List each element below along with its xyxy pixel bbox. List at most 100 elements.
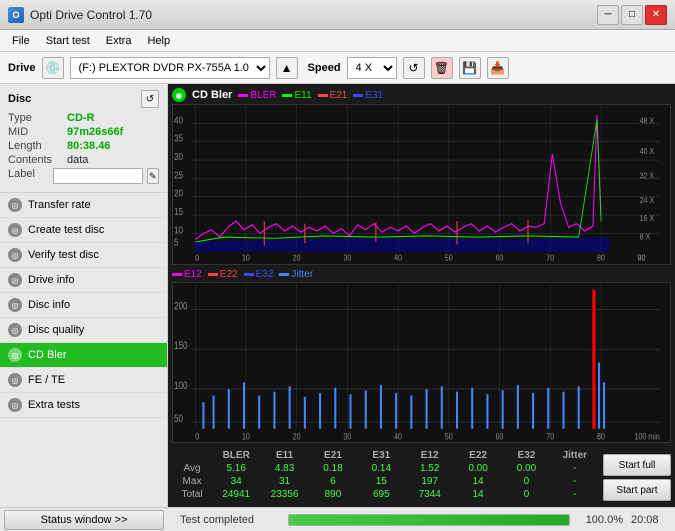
svg-text:16 X: 16 X	[640, 214, 655, 224]
menu-file[interactable]: File	[4, 33, 38, 49]
nav-icon-drive: ◎	[8, 273, 22, 287]
disc-contents-row: Contents data	[8, 154, 159, 166]
maximize-button[interactable]: □	[621, 5, 643, 25]
main-layout: Disc ↺ Type CD-R MID 97m26s66f Length 80…	[0, 84, 675, 507]
stats-area: BLER E11 E21 E31 E12 E22 E32 Jitter Avg …	[172, 447, 671, 503]
burn-button[interactable]: 💾	[459, 57, 481, 79]
svg-text:20: 20	[293, 431, 301, 441]
svg-text:15: 15	[174, 206, 183, 217]
nav-disc-info[interactable]: ◎ Disc info	[0, 293, 167, 318]
stats-total-e11: 23356	[260, 488, 308, 501]
svg-text:100 min: 100 min	[635, 431, 661, 441]
nav-label-verify: Verify test disc	[28, 249, 99, 261]
stats-avg-e11: 4.83	[260, 462, 308, 475]
stats-col-e12: E12	[406, 449, 454, 462]
menu-help[interactable]: Help	[139, 33, 178, 49]
chart2-svg: 200 150 100 50 0 10 20 30 40 50 60 70 80…	[173, 283, 670, 442]
menu-extra[interactable]: Extra	[98, 33, 140, 49]
nav-icon-fe-te: ◎	[8, 373, 22, 387]
status-nav: Status window >>	[4, 510, 172, 530]
legend-e21-label: E21	[330, 90, 348, 101]
stats-total-row: Total 24941 23356 890 695 7344 14 0 -	[172, 488, 599, 501]
svg-text:20: 20	[293, 253, 301, 263]
stats-total-e31: 695	[357, 488, 405, 501]
disc-label-input[interactable]: 251 iHAS B Au	[53, 168, 143, 184]
svg-text:30: 30	[343, 253, 351, 263]
nav-drive-info[interactable]: ◎ Drive info	[0, 268, 167, 293]
stats-total-e32: 0	[502, 488, 550, 501]
stats-avg-bler: 5.16	[212, 462, 260, 475]
drive-bar: Drive 💿 (F:) PLEXTOR DVDR PX-755A 1.08 ▲…	[0, 52, 675, 84]
svg-text:24 X: 24 X	[640, 195, 655, 205]
svg-text:50: 50	[445, 253, 453, 263]
stats-avg-row: Avg 5.16 4.83 0.18 0.14 1.52 0.00 0.00 -	[172, 462, 599, 475]
disc-length-value: 80:38.46	[67, 140, 110, 152]
legend2-e32: E32	[244, 269, 274, 280]
refresh-button[interactable]: ↺	[403, 57, 425, 79]
svg-text:90: 90	[638, 253, 646, 263]
legend2-jitter: Jitter	[279, 269, 313, 280]
title-bar-left: O Opti Drive Control 1.70	[8, 7, 152, 23]
disc-title: Disc	[8, 93, 31, 105]
nav-cd-bler[interactable]: ◎ CD Bler	[0, 343, 167, 368]
chart1-header: ◉ CD Bler BLER E11 E21 E31	[172, 88, 671, 102]
stats-col-e21: E21	[309, 449, 357, 462]
nav-transfer-rate[interactable]: ◎ Transfer rate	[0, 193, 167, 218]
stats-col-e11: E11	[260, 449, 308, 462]
legend-bler-color	[238, 94, 248, 97]
drive-select[interactable]: (F:) PLEXTOR DVDR PX-755A 1.08	[70, 57, 270, 79]
nav-fe-te[interactable]: ◎ FE / TE	[0, 368, 167, 393]
disc-contents-label: Contents	[8, 154, 63, 166]
status-window-button[interactable]: Status window >>	[4, 510, 164, 530]
speed-select[interactable]: 4 X 8 X 12 X 16 X Max	[347, 57, 397, 79]
nav-extra-tests[interactable]: ◎ Extra tests	[0, 393, 167, 418]
status-message: Test completed	[180, 514, 280, 526]
nav-icon-transfer: ◎	[8, 198, 22, 212]
nav-verify-test-disc[interactable]: ◎ Verify test disc	[0, 243, 167, 268]
legend2-jitter-color	[279, 273, 289, 276]
stats-col-e31: E31	[357, 449, 405, 462]
title-bar: O Opti Drive Control 1.70 ─ □ ✕	[0, 0, 675, 30]
stats-avg-e12: 1.52	[406, 462, 454, 475]
legend-e21: E21	[318, 90, 348, 101]
nav-create-test-disc[interactable]: ◎ Create test disc	[0, 218, 167, 243]
start-full-button[interactable]: Start full	[603, 454, 671, 476]
erase-button[interactable]: 🗑	[431, 57, 453, 79]
content-area: ◉ CD Bler BLER E11 E21 E31	[168, 84, 675, 507]
stats-header-empty	[172, 449, 212, 462]
chart1-container: 40 35 30 25 20 15 10 5 0 10 20 30 40 50 …	[172, 104, 671, 265]
svg-text:48 X: 48 X	[640, 116, 655, 126]
menu-start-test[interactable]: Start test	[38, 33, 98, 49]
stats-max-e21: 6	[309, 475, 357, 488]
disc-contents-value: data	[67, 154, 88, 166]
disc-header: Disc ↺	[8, 90, 159, 108]
stats-total-e21: 890	[309, 488, 357, 501]
legend-e31: E31	[353, 90, 383, 101]
disc-label-label: Label	[8, 168, 49, 184]
nav-disc-quality[interactable]: ◎ Disc quality	[0, 318, 167, 343]
legend2-e22: E22	[208, 269, 238, 280]
svg-text:50: 50	[174, 412, 183, 424]
label-edit-button[interactable]: ✎	[147, 168, 159, 184]
disc-label-row: Label 251 iHAS B Au ✎	[8, 168, 159, 184]
title-controls: ─ □ ✕	[597, 5, 667, 25]
nav-label-disc: Disc info	[28, 299, 70, 311]
minimize-button[interactable]: ─	[597, 5, 619, 25]
svg-text:32 X: 32 X	[640, 171, 655, 181]
eject-button[interactable]: ▲	[276, 57, 298, 79]
disc-panel: Disc ↺ Type CD-R MID 97m26s66f Length 80…	[0, 84, 167, 193]
stats-max-jitter: -	[551, 475, 599, 488]
disc-refresh-button[interactable]: ↺	[141, 90, 159, 108]
disc-type-label: Type	[8, 112, 63, 124]
svg-text:20: 20	[174, 188, 183, 199]
close-button[interactable]: ✕	[645, 5, 667, 25]
stats-col-e22: E22	[454, 449, 502, 462]
stats-avg-jitter: -	[551, 462, 599, 475]
progress-percentage: 100.0%	[578, 514, 623, 526]
legend-e31-color	[353, 94, 363, 97]
nav-icon-extra: ◎	[8, 398, 22, 412]
title-text: Opti Drive Control 1.70	[30, 8, 152, 22]
start-part-button[interactable]: Start part	[603, 479, 671, 501]
stats-max-e31: 15	[357, 475, 405, 488]
save-button[interactable]: 📥	[487, 57, 509, 79]
